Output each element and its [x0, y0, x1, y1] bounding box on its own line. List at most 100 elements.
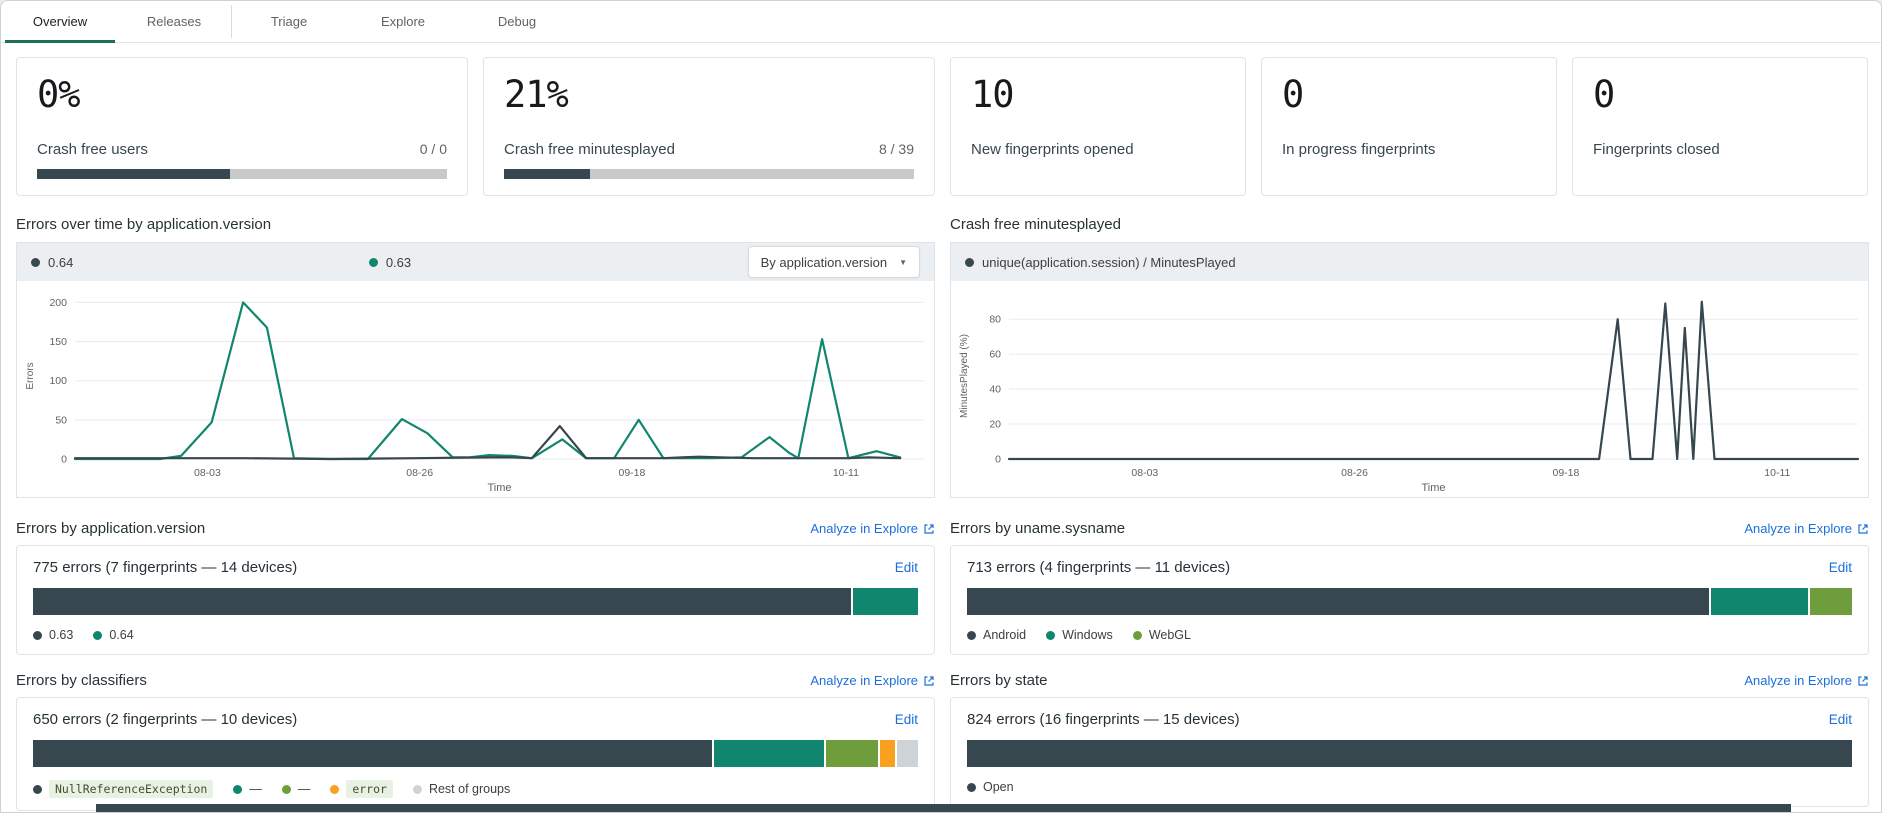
tab-label: Overview — [33, 14, 87, 29]
breakdown-card: 713 errors (4 fingerprints — 11 devices)… — [950, 545, 1869, 655]
series-dot — [282, 785, 291, 794]
bottom-partial-bar — [96, 804, 1791, 812]
breakdown-uname-sysname: Errors by uname.sysname Analyze in Explo… — [950, 520, 1869, 655]
bar-segment-0-63[interactable] — [33, 588, 851, 615]
series-dot — [33, 631, 42, 640]
errors-over-time-chart[interactable]: 05010015020008-0308-2609-1810-11TimeErro… — [17, 281, 934, 497]
tab-label: Debug — [498, 14, 536, 29]
legend-label: Android — [983, 628, 1026, 642]
svg-text:08-26: 08-26 — [406, 467, 433, 479]
series-dot — [33, 785, 42, 794]
legend-label: Windows — [1062, 628, 1113, 642]
legend-label: 0.64 — [48, 255, 73, 270]
stat-label: New fingerprints opened — [971, 141, 1134, 158]
edit-link[interactable]: Edit — [895, 560, 918, 575]
analyze-in-explore-link[interactable]: Analyze in Explore — [1744, 521, 1869, 536]
bar-legend: Open — [967, 780, 1852, 794]
chart-svg: 02040608008-0308-2609-1810-11TimeMinutes… — [951, 281, 1868, 497]
edit-link[interactable]: Edit — [1829, 712, 1852, 727]
legend-label: — — [249, 782, 262, 796]
legend-item-rest-of-groups: Rest of groups — [413, 782, 510, 796]
chart-legend-bar: 0.64 0.63 By application.version ▼ — [17, 243, 934, 281]
bar-legend: NullReferenceException——errorRest of gro… — [33, 780, 918, 798]
svg-text:10-11: 10-11 — [833, 467, 859, 479]
legend-item-webgl: WebGL — [1133, 628, 1191, 642]
bar-segment-webgl[interactable] — [1810, 588, 1852, 615]
legend-item-windows: Windows — [1046, 628, 1113, 642]
group-by-dropdown[interactable]: By application.version ▼ — [748, 246, 920, 278]
svg-text:Errors: Errors — [25, 362, 36, 389]
stat-label: Fingerprints closed — [1593, 141, 1720, 158]
bar-segment-open[interactable] — [967, 740, 1852, 767]
breakdown-title: Errors by uname.sysname — [950, 520, 1125, 537]
svg-text:60: 60 — [989, 349, 1001, 361]
svg-text:200: 200 — [49, 297, 67, 309]
series-dot — [369, 258, 378, 267]
bar-segment-error[interactable] — [880, 740, 895, 767]
svg-text:40: 40 — [989, 384, 1001, 396]
bar-segment-item[interactable] — [826, 740, 878, 767]
svg-text:100: 100 — [49, 375, 67, 387]
breakdown-title: Errors by state — [950, 672, 1048, 689]
stat-card-crash-free-minutesplayed: 21% Crash free minutesplayed 8 / 39 — [483, 57, 935, 196]
tab-releases[interactable]: Releases — [117, 1, 231, 42]
legend-item-0-63: 0.63 — [33, 628, 73, 642]
stat-fraction: 0 / 0 — [420, 141, 447, 157]
tab-label: Explore — [381, 14, 425, 29]
breakdown-card: 824 errors (16 fingerprints — 15 devices… — [950, 697, 1869, 807]
crash-free-minutesplayed-panel: Crash free minutesplayed unique(applicat… — [950, 216, 1869, 498]
bar-segment-android[interactable] — [967, 588, 1709, 615]
legend-item-064: 0.64 — [31, 255, 369, 270]
series-dot — [967, 783, 976, 792]
tab-explore[interactable]: Explore — [346, 1, 460, 42]
tab-label: Triage — [271, 14, 307, 29]
stacked-bar — [33, 740, 918, 767]
analyze-in-explore-link[interactable]: Analyze in Explore — [810, 673, 935, 688]
bar-segment-windows[interactable] — [1711, 588, 1808, 615]
analyze-in-explore-link[interactable]: Analyze in Explore — [810, 521, 935, 536]
stat-cards-row: 0% Crash free users 0 / 0 21% Crash free… — [1, 43, 1881, 196]
breakdown-title: Errors by application.version — [16, 520, 205, 537]
breakdown-summary: 713 errors (4 fingerprints — 11 devices) — [967, 559, 1230, 576]
chart-legend-bar: unique(application.session) / MinutesPla… — [951, 243, 1868, 281]
edit-link[interactable]: Edit — [1829, 560, 1852, 575]
external-link-icon — [1857, 675, 1869, 687]
chart-svg: 05010015020008-0308-2609-1810-11TimeErro… — [17, 281, 934, 497]
series-dot — [1133, 631, 1142, 640]
stacked-bar — [33, 588, 918, 615]
legend-label: — — [298, 782, 311, 796]
analyze-in-explore-link[interactable]: Analyze in Explore — [1744, 673, 1869, 688]
legend-item-android: Android — [967, 628, 1026, 642]
breakdown-summary: 650 errors (2 fingerprints — 10 devices) — [33, 711, 297, 728]
breakdown-classifiers: Errors by classifiers Analyze in Explore… — [16, 672, 935, 811]
tab-debug[interactable]: Debug — [460, 1, 574, 42]
svg-text:Time: Time — [1421, 482, 1445, 494]
bar-segment-0-64[interactable] — [853, 588, 918, 615]
svg-text:0: 0 — [995, 454, 1001, 466]
edit-link[interactable]: Edit — [895, 712, 918, 727]
tab-triage[interactable]: Triage — [232, 1, 346, 42]
series-dot — [233, 785, 242, 794]
external-link-icon — [923, 523, 935, 535]
legend-label: Open — [983, 780, 1014, 794]
svg-text:08-26: 08-26 — [1341, 467, 1368, 479]
charts-row: Errors over time by application.version … — [1, 196, 1881, 498]
bar-segment-rest-of-groups[interactable] — [897, 740, 918, 767]
panel-box: 0.64 0.63 By application.version ▼ 05010… — [16, 242, 935, 498]
bar-segment-item[interactable] — [714, 740, 825, 767]
legend-item-open: Open — [967, 780, 1014, 794]
legend-item-063: 0.63 — [369, 255, 707, 270]
breakdown-state: Errors by state Analyze in Explore 824 e… — [950, 672, 1869, 811]
bar-segment-nullreferenceexception[interactable] — [33, 740, 712, 767]
series-dot — [330, 785, 339, 794]
svg-text:80: 80 — [989, 314, 1001, 326]
legend-label: 0.63 — [386, 255, 411, 270]
progress-fill — [37, 169, 230, 179]
tab-overview[interactable]: Overview — [3, 1, 117, 42]
legend-label: NullReferenceException — [49, 780, 213, 798]
svg-text:09-18: 09-18 — [1553, 467, 1580, 479]
crash-free-minutesplayed-chart[interactable]: 02040608008-0308-2609-1810-11TimeMinutes… — [951, 281, 1868, 497]
breakdown-card: 775 errors (7 fingerprints — 14 devices)… — [16, 545, 935, 655]
legend-item-nullreferenceexception: NullReferenceException — [33, 780, 213, 798]
stat-card-fingerprints-closed: 0 Fingerprints closed — [1572, 57, 1868, 196]
